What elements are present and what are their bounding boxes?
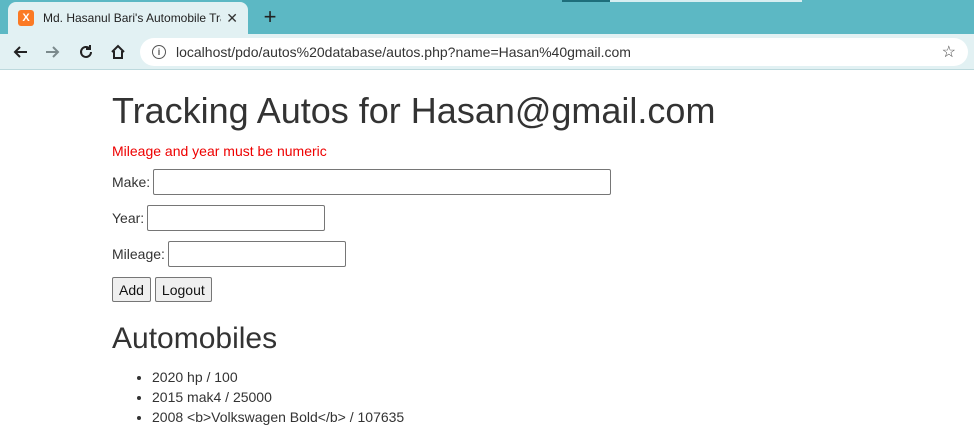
address-bar[interactable]: i localhost/pdo/autos%20database/autos.p…	[140, 38, 968, 66]
browser-tab[interactable]: X Md. Hasanul Bari's Automobile Tracker …	[8, 2, 248, 34]
mileage-label: Mileage:	[112, 246, 165, 262]
url-text[interactable]: localhost/pdo/autos%20database/autos.php…	[176, 44, 631, 60]
year-input[interactable]	[147, 205, 326, 231]
error-message: Mileage and year must be numeric	[112, 143, 327, 159]
tab-title: Md. Hasanul Bari's Automobile Tracker	[43, 11, 221, 25]
logout-button[interactable]: Logout	[154, 277, 212, 302]
back-icon[interactable]	[8, 40, 32, 64]
make-label: Make:	[112, 174, 151, 190]
mileage-input[interactable]	[167, 241, 346, 267]
add-button[interactable]: Add	[112, 277, 151, 302]
make-row: Make:	[112, 169, 962, 195]
list-item: 2015 mak4 / 25000	[152, 387, 962, 407]
home-icon[interactable]	[106, 40, 130, 64]
page-title: Tracking Autos for Hasan@gmail.com	[112, 90, 716, 131]
year-row: Year:	[112, 205, 962, 231]
info-icon[interactable]: i	[152, 45, 166, 59]
tabbar-accent	[562, 0, 610, 2]
list-item: 2020 hp / 100	[152, 367, 962, 387]
xampp-favicon-icon: X	[18, 10, 34, 26]
forward-icon[interactable]	[41, 40, 65, 64]
mileage-row: Mileage:	[112, 241, 962, 267]
list-item: 2008 <b>Volkswagen Bold</b> / 107635	[152, 407, 962, 427]
browser-toolbar: i localhost/pdo/autos%20database/autos.p…	[0, 34, 974, 70]
year-label: Year:	[112, 210, 145, 226]
form-buttons: Add Logout	[112, 277, 962, 302]
star-icon[interactable]: ☆	[942, 42, 956, 62]
close-icon[interactable]: ✕	[226, 10, 238, 27]
tab-strip: X Md. Hasanul Bari's Automobile Tracker …	[0, 0, 974, 34]
reload-icon[interactable]	[74, 40, 98, 64]
new-tab-icon[interactable]: +	[258, 5, 282, 29]
tabbar-accent-light	[610, 0, 802, 2]
automobiles-heading: Automobiles	[112, 322, 278, 355]
automobile-list: 2020 hp / 100 2015 mak4 / 25000 2008 <b>…	[112, 367, 962, 427]
page-content: Tracking Autos for Hasan@gmail.com Milea…	[112, 70, 962, 427]
make-input[interactable]	[153, 169, 612, 195]
